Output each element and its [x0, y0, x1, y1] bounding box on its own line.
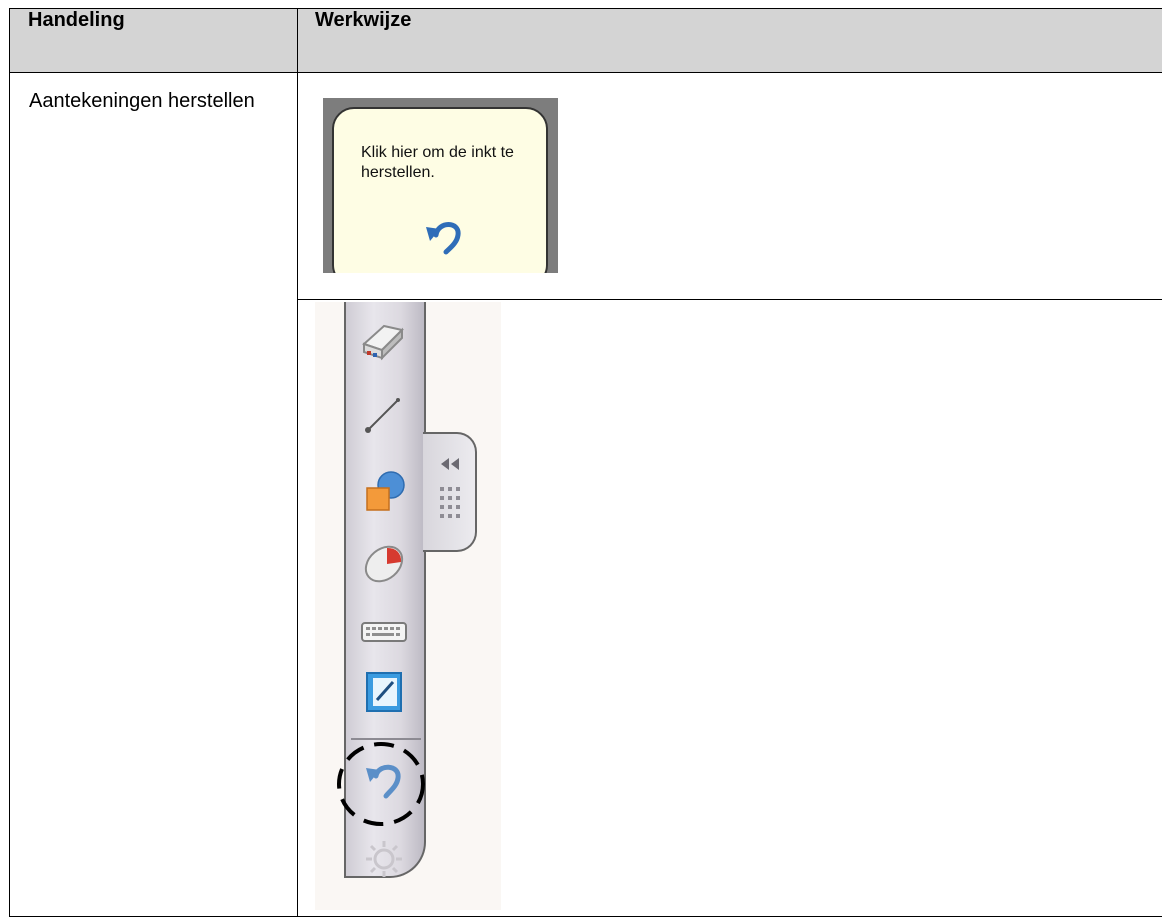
action-cell: Aantekeningen herstellen [9, 72, 298, 917]
tooltip-text: Klik hier om de inkt te herstellen. [361, 144, 514, 181]
instructions-table: Handeling Werkwijze Aantekeningen herste… [9, 8, 1162, 917]
collapse-arrows-icon[interactable] [437, 456, 461, 472]
table-row: Aantekeningen herstellen Klik hier om de… [9, 72, 1162, 917]
tooltip-screenshot: Klik hier om de inkt te herstellen. [323, 98, 558, 273]
action-label: Aantekeningen herstellen [29, 90, 255, 112]
eraser-icon[interactable] [360, 320, 406, 362]
grip-dots-icon[interactable] [439, 486, 461, 520]
method-cell-toolbar [297, 299, 1162, 917]
undo-arrow-icon [426, 222, 461, 255]
toolbar-tab [423, 432, 477, 552]
header-handeling: Handeling [9, 8, 298, 73]
notebook-icon[interactable] [363, 670, 405, 714]
method-cell-tooltip: Klik hier om de inkt te herstellen. [297, 72, 1162, 300]
settings-icon[interactable] [363, 838, 405, 880]
tooltip-bubble: Klik hier om de inkt te herstellen. [332, 107, 548, 273]
toolbar-screenshot [315, 302, 501, 910]
header-werkwijze: Werkwijze [297, 8, 1162, 73]
table-header-row: Handeling Werkwijze [9, 8, 1162, 73]
line-icon[interactable] [362, 394, 404, 436]
keyboard-icon[interactable] [359, 618, 409, 646]
undo-icon[interactable] [362, 758, 406, 802]
shapes-icon[interactable] [363, 470, 407, 514]
mouse-icon[interactable] [361, 540, 407, 586]
